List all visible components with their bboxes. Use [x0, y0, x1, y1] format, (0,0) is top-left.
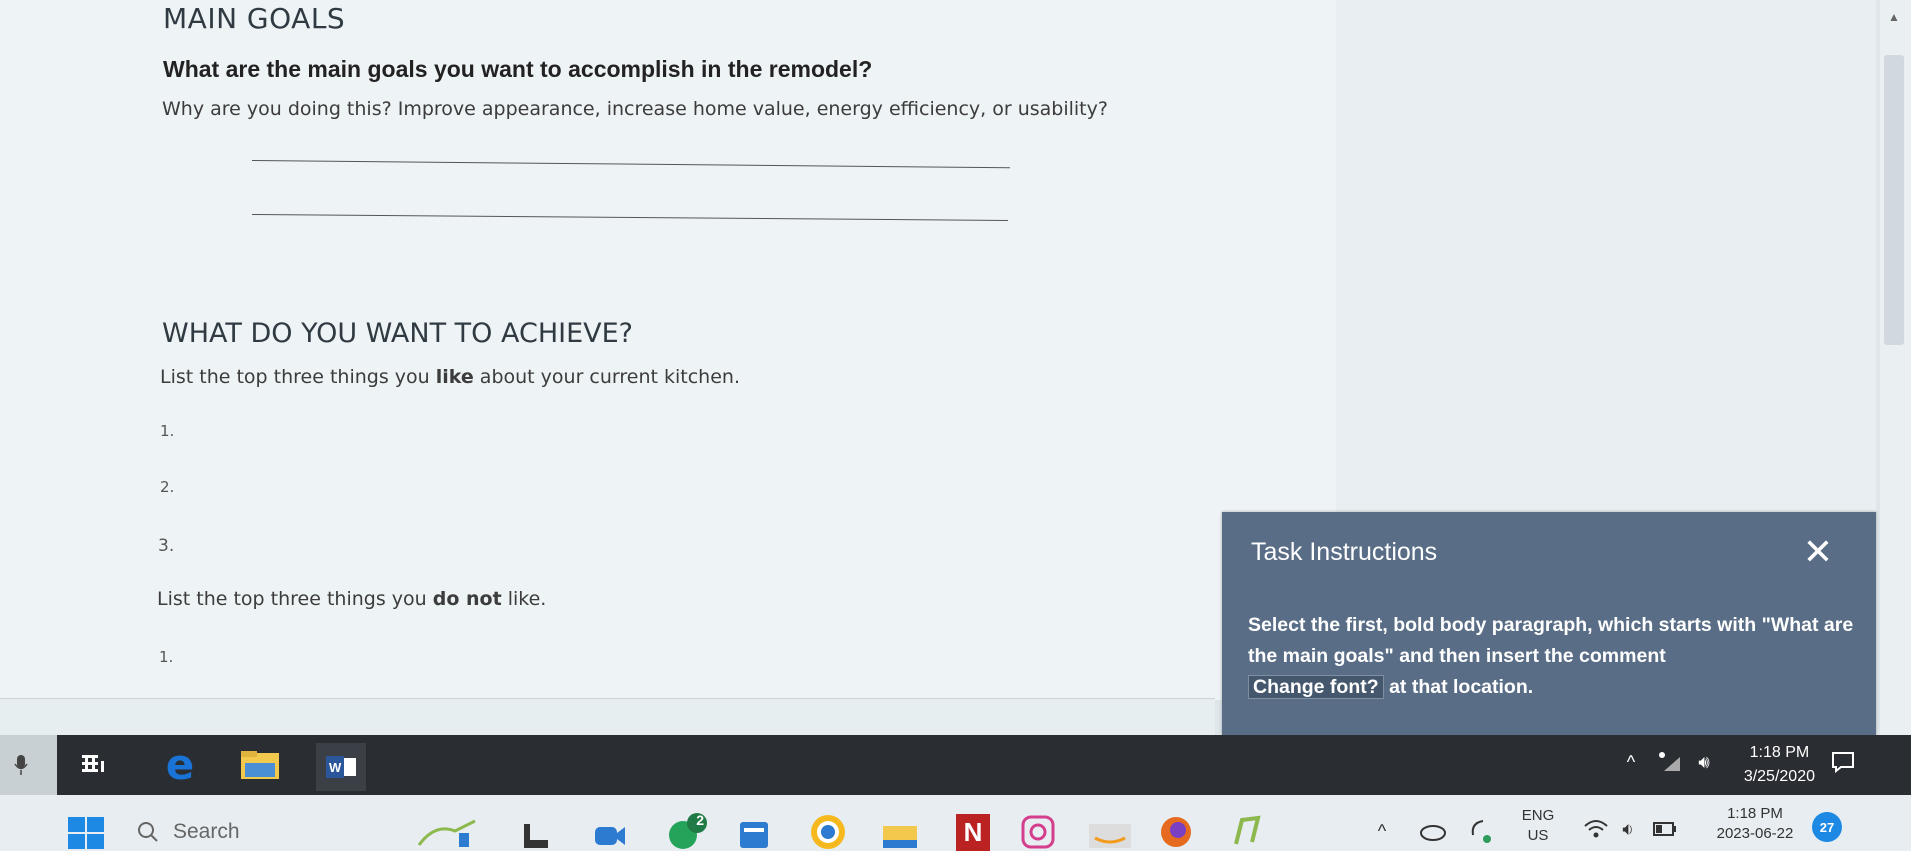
like-instruction[interactable]: List the top three things you like about… — [160, 366, 740, 388]
search-box[interactable]: Search — [137, 815, 397, 849]
cloud-icon[interactable] — [1418, 816, 1448, 844]
achieve-heading[interactable]: WHAT DO YOU WANT TO ACHIEVE? — [162, 318, 633, 349]
instagram-icon[interactable] — [1018, 812, 1058, 851]
like-prefix: List the top three things you — [160, 366, 436, 388]
host-time: 1:18 PM — [1727, 805, 1783, 822]
main-goals-heading[interactable]: MAIN GOALS — [163, 2, 345, 35]
calculator-icon[interactable] — [736, 816, 772, 851]
scrollbar-thumb[interactable] — [1884, 55, 1904, 345]
dislike-instruction[interactable]: List the top three things you do not lik… — [157, 588, 546, 610]
sync-icon[interactable] — [1466, 814, 1496, 848]
amazon-icon[interactable] — [1084, 814, 1136, 851]
search-icon — [137, 821, 159, 843]
music-app-icon[interactable] — [1226, 812, 1264, 851]
chevron-up-icon[interactable]: ^ — [1620, 748, 1642, 776]
inner-clock[interactable]: 1:18 PM 3/25/2020 — [1744, 741, 1815, 789]
task-body-text: Select the first, bold body paragraph, w… — [1248, 614, 1854, 667]
chrome-icon[interactable] — [808, 812, 848, 851]
list-number: 1. — [159, 648, 174, 666]
host-clock[interactable]: 1:18 PM 2023-06-22 — [1700, 804, 1810, 844]
language-bottom: US — [1527, 827, 1549, 844]
task-title: Task Instructions — [1251, 538, 1438, 566]
task-body: Select the first, bold body paragraph, w… — [1248, 610, 1858, 703]
windows-start-icon[interactable] — [66, 815, 106, 851]
list-number: 2. — [160, 478, 175, 496]
main-goals-question[interactable]: What are the main goals you want to acco… — [163, 56, 872, 83]
chat-app-icon[interactable]: 2 — [664, 810, 710, 851]
main-goals-subtext[interactable]: Why are you doing this? Improve appearan… — [162, 98, 1108, 120]
list-number: 3. — [158, 536, 175, 556]
comment-text-highlight: Change font? — [1248, 675, 1384, 699]
task-instructions-panel: Task Instructions ✕ Select the first, bo… — [1222, 512, 1876, 735]
battery-icon[interactable] — [1652, 818, 1678, 840]
speaker-icon[interactable]: 🔉︎ — [1614, 816, 1642, 842]
widgets-icon[interactable] — [412, 816, 482, 850]
dislike-suffix: like. — [501, 588, 547, 610]
ebook-icon[interactable] — [518, 818, 552, 851]
like-bold: like — [435, 366, 474, 388]
microphone-icon[interactable] — [10, 752, 32, 778]
document-status-strip — [0, 698, 1215, 735]
file-explorer-icon[interactable] — [238, 748, 282, 782]
close-icon[interactable]: ✕ — [1798, 532, 1838, 572]
inner-time: 1:18 PM — [1749, 744, 1810, 761]
list-number: 1. — [160, 422, 175, 440]
host-date: 2023-06-22 — [1716, 825, 1794, 842]
svg-text:W: W — [329, 760, 342, 775]
dislike-bold: do not — [432, 588, 502, 610]
wifi-icon[interactable] — [1582, 816, 1610, 842]
notification-badge[interactable]: 27 — [1812, 812, 1842, 842]
notifications-icon[interactable] — [1830, 748, 1856, 776]
dislike-prefix: List the top three things you — [157, 588, 433, 610]
task-view-icon[interactable] — [76, 748, 112, 782]
task-body-text-end: at that location. — [1383, 676, 1534, 698]
netflix-icon[interactable]: N — [956, 814, 990, 851]
word-icon[interactable]: W — [316, 743, 366, 791]
language-top: ENG — [1521, 807, 1555, 824]
search-placeholder: Search — [173, 820, 240, 843]
chevron-up-icon[interactable]: ^ — [1370, 818, 1394, 844]
document-margin-right — [1336, 0, 1876, 512]
firefox-icon[interactable] — [1156, 812, 1196, 851]
chat-badge-count: 2 — [696, 812, 704, 828]
video-call-icon[interactable] — [592, 818, 628, 851]
network-icon[interactable] — [1656, 748, 1686, 776]
edge-icon[interactable]: e — [160, 744, 200, 786]
volume-icon[interactable]: 🔊︎ — [1690, 748, 1718, 776]
like-suffix: about your current kitchen. — [473, 366, 740, 388]
language-indicator[interactable]: ENG US — [1516, 806, 1560, 846]
folder-icon[interactable] — [880, 818, 920, 851]
inner-date: 3/25/2020 — [1743, 768, 1815, 785]
scroll-up-icon[interactable]: ▲ — [1884, 8, 1904, 26]
